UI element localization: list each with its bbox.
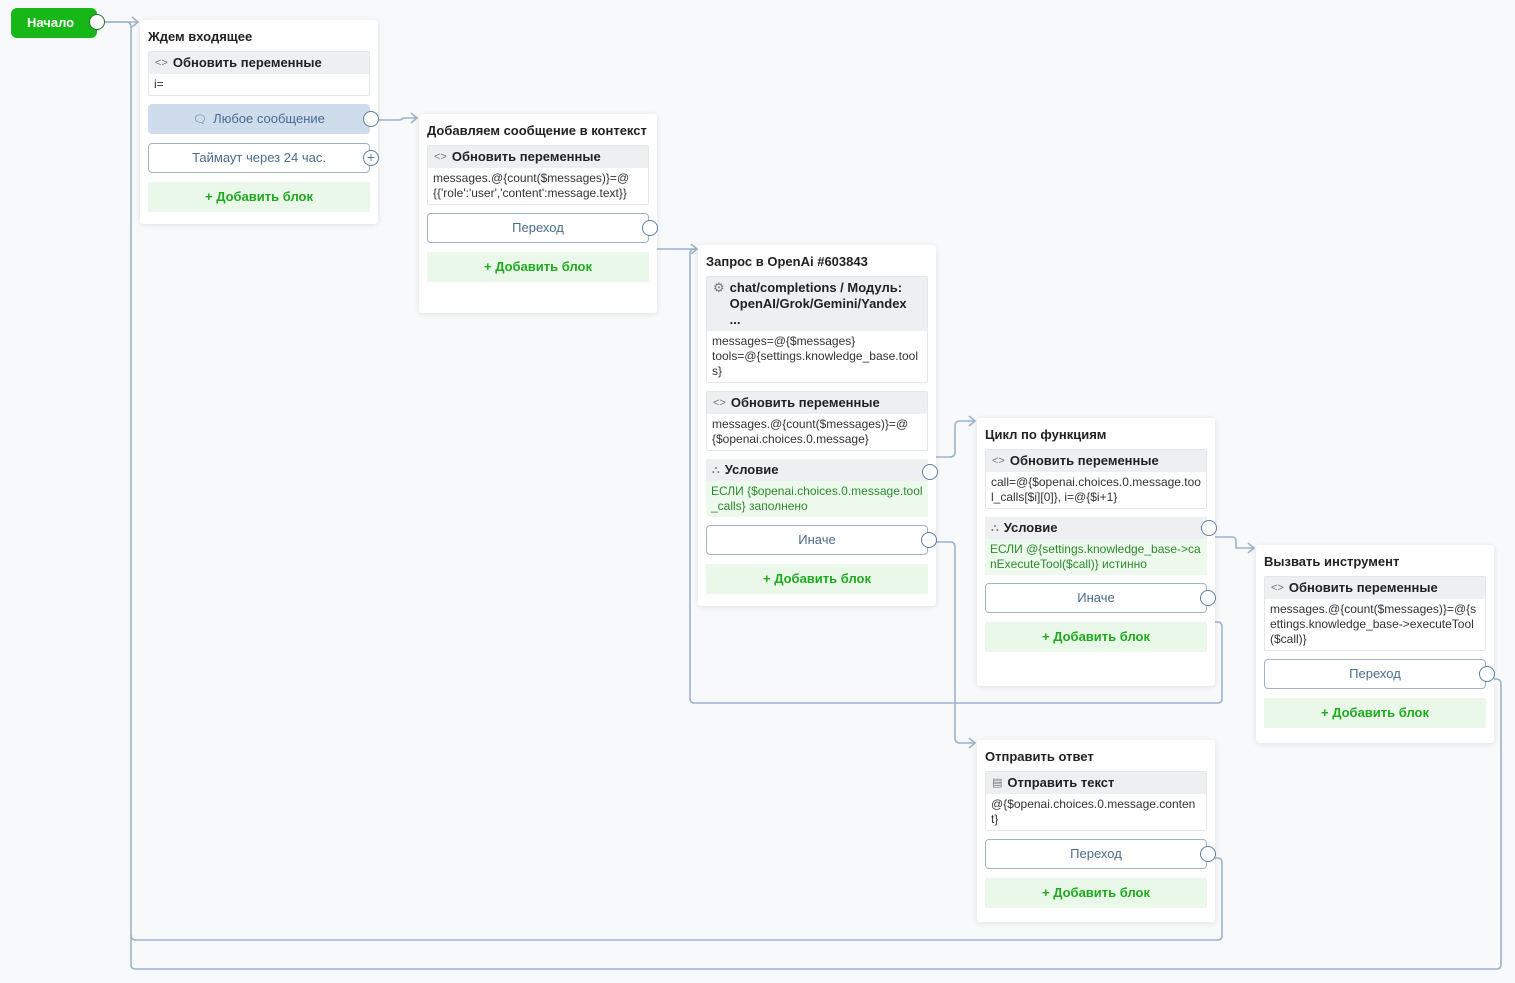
transition-output-port[interactable] [642,220,658,236]
node-openai-request[interactable]: Запрос в OpenAi #603843 ⚙ chat/completion… [698,245,938,606]
transition-output-port[interactable] [1479,666,1495,682]
condition-block[interactable]: ⛬ Условие ЕСЛИ {$openai.choices.0.message… [706,459,938,517]
update-variables-block[interactable]: <> Обновить переменные messages.@{count($… [427,145,649,205]
add-block-button[interactable]: + Добавить блок [1264,698,1486,728]
timeout-button[interactable]: Таймаут через 24 час. + [148,143,379,173]
code-icon: <> [1271,582,1284,594]
transition-output-port[interactable] [1200,846,1216,862]
add-block-button[interactable]: + Добавить блок [985,622,1207,652]
code-icon: <> [155,57,168,69]
block-head-label: Обновить переменные [730,395,880,410]
any-message-label: Любое сообщение [213,111,325,126]
add-block-button[interactable]: + Добавить блок [427,252,649,282]
add-port-plus-icon[interactable]: + [363,150,379,166]
timeout-label: Таймаут через 24 час. [192,150,326,165]
node-title: Цикл по функциям [985,427,1107,442]
block-head-label: Обновить переменные [1009,453,1159,468]
start-label: Начало [27,15,75,30]
update-variables-block[interactable]: <> Обновить переменные messages.@{count($… [1264,576,1486,651]
block-body: messages.@{count($messages)}=@{settings.… [1270,602,1477,646]
transition-label: Переход [1349,666,1401,681]
transition-button[interactable]: Переход [1264,659,1495,689]
block-head-label: Обновить переменные [172,55,322,70]
condition-output-port[interactable] [922,464,938,480]
code-icon: <> [992,455,1005,467]
module-body-line: messages=@{$messages} [712,334,856,348]
else-button[interactable]: Иначе [706,525,937,555]
transition-button[interactable]: Переход [427,213,658,243]
message-bubble-icon: 🗨 [193,114,208,126]
condition-body: ЕСЛИ {$openai.choices.0.message.tool_cal… [706,481,928,517]
update-variables-block[interactable]: <> Обновить переменные call=@{$openai.cho… [985,449,1207,509]
node-title: Вызвать инструмент [1264,554,1400,569]
else-output-port[interactable] [1200,590,1216,606]
condition-block[interactable]: ⛬ Условие ЕСЛИ @{settings.knowledge_base-… [985,517,1217,575]
any-message-output-port[interactable] [363,111,379,127]
condition-icon: ⛬ [712,464,720,476]
any-message-button[interactable]: 🗨 Любое сообщение [148,104,379,134]
node-send-answer[interactable]: Отправить ответ ▤ Отправить текст @{$open… [977,740,1216,922]
block-body: @{$openai.choices.0.message.content} [991,797,1196,826]
block-body: i= [154,77,164,91]
update-variables-block[interactable]: <> Обновить переменные messages.@{count($… [706,391,928,451]
node-call-tool[interactable]: Вызвать инструмент <> Обновить переменные… [1256,545,1495,743]
block-body: call=@{$openai.choices.0.message.tool_ca… [991,475,1201,504]
module-body-line: tools=@{settings.knowledge_base.tools} [712,349,918,378]
transition-label: Переход [512,220,564,235]
code-icon: <> [434,151,447,163]
node-title: Запрос в OpenAi #603843 [706,254,868,269]
node-title: Ждем входящее [148,29,253,44]
chat-text-icon: ▤ [992,777,1003,789]
else-label: Иначе [1077,590,1115,605]
add-block-button[interactable]: + Добавить блок [148,182,370,212]
node-title: Отправить ответ [985,749,1094,764]
transition-label: Переход [1070,846,1122,861]
condition-icon: ⛬ [991,522,999,534]
block-body: messages=@{$messages} tools=@{settings.k… [707,331,927,382]
send-text-block[interactable]: ▤ Отправить текст @{$openai.choices.0.mes… [985,771,1207,831]
add-block-button[interactable]: + Добавить блок [706,564,928,594]
else-button[interactable]: Иначе [985,583,1216,613]
condition-body: ЕСЛИ @{settings.knowledge_base->canExecu… [985,539,1207,575]
update-variables-block[interactable]: <> Обновить переменные i= [148,51,370,96]
start-node[interactable]: Начало [11,8,105,38]
node-add-context[interactable]: Добавляем сообщение в контекст <> Обновит… [419,114,658,313]
block-body: messages.@{count($messages)}=@{$openai.c… [712,417,909,446]
code-icon: <> [713,397,726,409]
block-head-label: Условие [724,462,779,477]
block-head-label: Обновить переменные [1288,580,1438,595]
block-body: messages.@{count($messages)}=@{{'role':'… [433,171,630,200]
block-head-label: Условие [1003,520,1058,535]
start-output-port[interactable] [89,14,105,30]
block-head-label: Отправить текст [1007,775,1115,790]
node-wait-incoming[interactable]: Ждем входящее <> Обновить переменные i= 🗨… [140,20,379,224]
condition-output-port[interactable] [1201,520,1217,536]
else-output-port[interactable] [921,532,937,548]
add-block-button[interactable]: + Добавить блок [985,878,1207,908]
block-head-label: Обновить переменные [451,149,601,164]
block-head-label: chat/completions / Модуль: OpenAI/Grok/G… [729,280,907,327]
gear-icon: ⚙ [713,280,725,295]
module-block[interactable]: ⚙ chat/completions / Модуль: OpenAI/Grok/… [706,276,928,383]
node-title: Добавляем сообщение в контекст [427,123,647,138]
node-function-loop[interactable]: Цикл по функциям <> Обновить переменные c… [977,418,1217,686]
transition-button[interactable]: Переход [985,839,1216,869]
else-label: Иначе [798,532,836,547]
